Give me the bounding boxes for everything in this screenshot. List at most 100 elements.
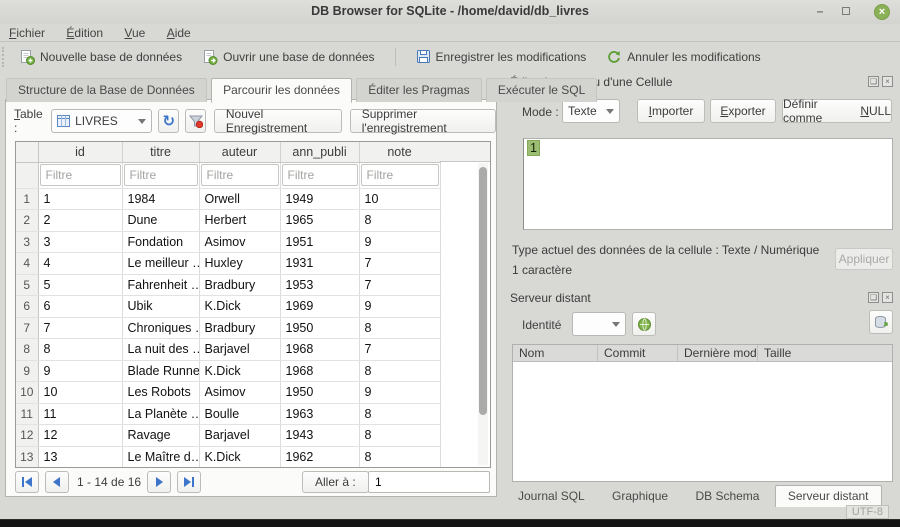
next-page-button[interactable] xyxy=(147,471,171,493)
filter-input-titre[interactable] xyxy=(124,164,198,186)
grid-cell[interactable]: La nuit des … xyxy=(122,339,199,361)
column-header-note[interactable]: note xyxy=(359,142,440,162)
grid-cell[interactable]: 1949 xyxy=(280,188,359,210)
revert-changes-button[interactable]: Annuler les modifications xyxy=(598,46,768,68)
grid-cell[interactable]: Dune xyxy=(122,210,199,232)
grid-cell[interactable]: 7 xyxy=(359,339,440,361)
grid-cell[interactable]: Le meilleur … xyxy=(122,253,199,275)
save-changes-button[interactable]: Enregistrer les modifications xyxy=(408,46,595,67)
grid-cell[interactable]: 1 xyxy=(38,188,122,210)
grid-cell[interactable]: 1950 xyxy=(280,317,359,339)
tab-execute-sql[interactable]: Exécuter le SQL xyxy=(486,78,597,102)
open-database-button[interactable]: Ouvrir une base de données xyxy=(194,46,382,68)
grid-cell[interactable]: Boulle xyxy=(199,403,280,425)
menu-vue[interactable]: Vue xyxy=(115,24,154,42)
maximize-button[interactable] xyxy=(838,4,854,20)
grid-cell[interactable]: Barjavel xyxy=(199,339,280,361)
apply-button[interactable]: Appliquer xyxy=(835,248,893,270)
reload-remote-button[interactable] xyxy=(632,312,656,336)
mode-select[interactable]: Texte xyxy=(562,99,620,123)
grid-cell[interactable]: Ubik xyxy=(122,296,199,318)
menu-fichier[interactable]: Fichier xyxy=(0,24,54,42)
tab-journal-sql[interactable]: Journal SQL xyxy=(506,486,597,507)
grid-cell[interactable]: 9 xyxy=(38,360,122,382)
grid-cell[interactable]: 8 xyxy=(359,403,440,425)
grid-cell[interactable]: K.Dick xyxy=(199,296,280,318)
table-select[interactable]: LIVRES xyxy=(51,109,152,133)
row-number[interactable]: 1 xyxy=(16,188,38,210)
grid-cell[interactable]: Les Robots xyxy=(122,382,199,404)
float-dock-icon[interactable]: ❏ xyxy=(868,76,879,87)
cell-content-editor[interactable]: 1 xyxy=(523,138,893,230)
grid-cell[interactable]: 1950 xyxy=(280,382,359,404)
clear-filters-button[interactable] xyxy=(185,109,206,133)
grid-cell[interactable]: Bradbury xyxy=(199,317,280,339)
grid-cell[interactable]: 7 xyxy=(38,317,122,339)
menu-edition[interactable]: Édition xyxy=(57,24,112,42)
grid-cell[interactable]: 8 xyxy=(359,360,440,382)
remote-column-nom[interactable]: Nom xyxy=(513,345,598,361)
float-dock-icon[interactable]: ❏ xyxy=(868,292,879,303)
column-header-id[interactable]: id xyxy=(38,142,122,162)
grid-cell[interactable]: 3 xyxy=(38,231,122,253)
grid-cell[interactable]: 1943 xyxy=(280,425,359,447)
last-page-button[interactable] xyxy=(177,471,201,493)
remote-column-taille[interactable]: Taille xyxy=(758,345,892,361)
push-database-button[interactable] xyxy=(869,310,893,334)
grid-cell[interactable]: 8 xyxy=(359,210,440,232)
filter-input-note[interactable] xyxy=(361,164,439,186)
grid-cell[interactable]: La Planète … xyxy=(122,403,199,425)
grid-cell[interactable]: Bradbury xyxy=(199,274,280,296)
grid-cell[interactable]: K.Dick xyxy=(199,360,280,382)
close-dock-icon[interactable]: × xyxy=(882,76,893,87)
row-number[interactable]: 11 xyxy=(16,403,38,425)
row-number[interactable]: 3 xyxy=(16,231,38,253)
tab-db-schema[interactable]: DB Schema xyxy=(683,486,771,507)
tab-edit-pragmas[interactable]: Éditer les Pragmas xyxy=(356,78,481,102)
goto-button[interactable]: Aller à : xyxy=(302,471,369,493)
grid-cell[interactable]: 12 xyxy=(38,425,122,447)
identity-select[interactable] xyxy=(572,312,626,336)
encoding-selector[interactable]: UTF-8 xyxy=(846,505,889,519)
new-database-button[interactable]: Nouvelle base de données xyxy=(11,46,190,68)
grid-cell[interactable]: 9 xyxy=(359,296,440,318)
minimize-button[interactable]: – xyxy=(812,4,828,20)
grid-cell[interactable]: 1962 xyxy=(280,446,359,468)
first-page-button[interactable] xyxy=(15,471,39,493)
grid-cell[interactable]: 5 xyxy=(38,274,122,296)
grid-cell[interactable]: 1953 xyxy=(280,274,359,296)
grid-cell[interactable]: Barjavel xyxy=(199,425,280,447)
grid-cell[interactable]: 10 xyxy=(359,188,440,210)
close-dock-icon[interactable]: × xyxy=(882,292,893,303)
export-button[interactable]: Exporter xyxy=(710,99,776,123)
grid-cell[interactable]: 7 xyxy=(359,274,440,296)
grid-cell[interactable]: Fondation xyxy=(122,231,199,253)
grid-cell[interactable]: 1984 xyxy=(122,188,199,210)
row-number[interactable]: 5 xyxy=(16,274,38,296)
set-null-button[interactable]: Définir comme NULL xyxy=(782,99,892,123)
grid-cell[interactable]: 1965 xyxy=(280,210,359,232)
remote-column-derniere-modification[interactable]: Dernière modific xyxy=(678,345,758,361)
grid-cell[interactable]: 9 xyxy=(359,382,440,404)
remote-column-commit[interactable]: Commit xyxy=(598,345,678,361)
grid-cell[interactable]: Herbert xyxy=(199,210,280,232)
tab-serveur-distant[interactable]: Serveur distant xyxy=(775,485,882,507)
row-number[interactable]: 6 xyxy=(16,296,38,318)
tab-graphique[interactable]: Graphique xyxy=(600,486,680,507)
tab-browse-data[interactable]: Parcourir les données xyxy=(211,78,352,103)
grid-cell[interactable]: 1963 xyxy=(280,403,359,425)
grid-cell[interactable]: Ravage xyxy=(122,425,199,447)
filter-input-ann-publi[interactable] xyxy=(282,164,358,186)
column-header-ann-publi[interactable]: ann_publi xyxy=(280,142,359,162)
import-button[interactable]: Importer xyxy=(637,99,705,123)
goto-input[interactable] xyxy=(368,471,490,493)
grid-cell[interactable]: 11 xyxy=(38,403,122,425)
row-number[interactable]: 2 xyxy=(16,210,38,232)
grid-cell[interactable]: Orwell xyxy=(199,188,280,210)
previous-page-button[interactable] xyxy=(45,471,69,493)
row-number[interactable]: 9 xyxy=(16,360,38,382)
row-number[interactable]: 13 xyxy=(16,446,38,468)
grid-cell[interactable]: Asimov xyxy=(199,382,280,404)
grid-cell[interactable]: 4 xyxy=(38,253,122,275)
column-header-titre[interactable]: titre xyxy=(122,142,199,162)
